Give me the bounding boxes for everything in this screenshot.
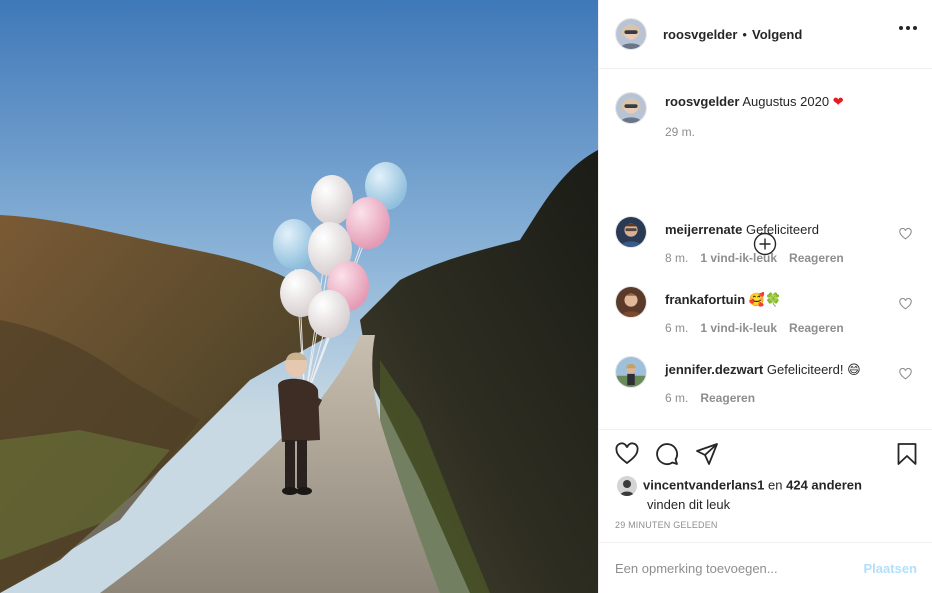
liker-username[interactable]: vincentvanderlans1 <box>643 477 764 492</box>
author-username[interactable]: roosvgelder <box>663 27 737 42</box>
author-avatar[interactable] <box>615 18 647 50</box>
post-photo[interactable] <box>0 0 598 593</box>
separator-dot: • <box>742 26 747 42</box>
likes-suffix: vinden dit leuk <box>647 497 731 512</box>
comment-input[interactable] <box>615 560 864 576</box>
caption-text: roosvgelder Augustus 2020 ❤ <box>665 93 885 111</box>
like-comment-heart-icon[interactable] <box>899 368 912 380</box>
comment-time[interactable]: 6 m. <box>665 391 688 405</box>
comment-username[interactable]: frankafortuin <box>665 292 745 307</box>
comment-likes[interactable]: 1 vind-ik-leuk <box>700 251 777 265</box>
save-bookmark-icon[interactable] <box>895 442 919 466</box>
commenter-avatar[interactable] <box>615 286 647 318</box>
comment-bubble-icon[interactable] <box>655 442 679 466</box>
comment-message: Gefeliciteerd <box>745 222 819 237</box>
comment-likes[interactable]: 1 vind-ik-leuk <box>700 321 777 335</box>
photo-child-with-balloons <box>0 0 598 593</box>
caption-avatar[interactable] <box>615 92 647 124</box>
action-icons <box>615 442 719 466</box>
reply-button[interactable]: Reageren <box>789 321 844 335</box>
liker-avatar[interactable] <box>617 476 637 496</box>
more-options-icon[interactable] <box>899 26 917 30</box>
comment-meta: 6 m. 1 vind-ik-leuk Reageren <box>665 321 844 335</box>
reply-button[interactable]: Reageren <box>789 251 844 265</box>
comment-username[interactable]: meijerrenate <box>665 222 742 237</box>
comment-message: Gefeliciteerd! 😄 <box>766 362 861 377</box>
comment-meta: 8 m. 1 vind-ik-leuk Reageren <box>665 251 844 265</box>
likes-summary: vincentvanderlans1 en 424 anderen vinden… <box>617 476 862 514</box>
likes-connector: en <box>768 477 783 493</box>
commenter-avatar[interactable] <box>615 216 647 248</box>
caption-time[interactable]: 29 m. <box>665 125 695 139</box>
comment-text: meijerrenate Gefeliciteerd <box>665 221 885 239</box>
comment-meta: 6 m. Reageren <box>665 391 755 405</box>
commenter-avatar[interactable] <box>615 356 647 388</box>
comment-username[interactable]: jennifer.dezwart <box>665 362 763 377</box>
post-header: roosvgelder • Volgend <box>599 0 932 69</box>
comments-section: roosvgelder Augustus 2020 ❤ 29 m. meijer… <box>599 70 932 430</box>
comment-text: jennifer.dezwart Gefeliciteerd! 😄 <box>665 361 885 379</box>
caption-message: Augustus 2020 <box>742 94 830 109</box>
caption-meta: 29 m. <box>665 125 695 139</box>
post-timestamp[interactable]: 29 MINUTEN GELEDEN <box>615 520 718 530</box>
red-heart-emoji: ❤ <box>832 94 844 109</box>
post-actions: vincentvanderlans1 en 424 anderen vinden… <box>599 429 932 542</box>
post-side-panel: roosvgelder • Volgend roosvgelder August… <box>598 0 932 593</box>
like-comment-heart-icon[interactable] <box>899 228 912 240</box>
likes-others-count[interactable]: 424 anderen <box>786 477 862 492</box>
comment-message: 🥰🍀 <box>748 292 782 307</box>
like-heart-icon[interactable] <box>615 442 639 466</box>
add-comment-bar: Plaatsen <box>599 542 932 593</box>
share-paper-plane-icon[interactable] <box>695 442 719 466</box>
comment-text: frankafortuin 🥰🍀 <box>665 291 885 309</box>
comment-time[interactable]: 6 m. <box>665 321 688 335</box>
caption-username[interactable]: roosvgelder <box>665 94 739 109</box>
post-comment-button[interactable]: Plaatsen <box>864 561 917 576</box>
post-dialog: roosvgelder • Volgend roosvgelder August… <box>0 0 932 593</box>
reply-button[interactable]: Reageren <box>700 391 755 405</box>
comment-time[interactable]: 8 m. <box>665 251 688 265</box>
following-status-button[interactable]: Volgend <box>752 27 802 42</box>
like-comment-heart-icon[interactable] <box>899 298 912 310</box>
